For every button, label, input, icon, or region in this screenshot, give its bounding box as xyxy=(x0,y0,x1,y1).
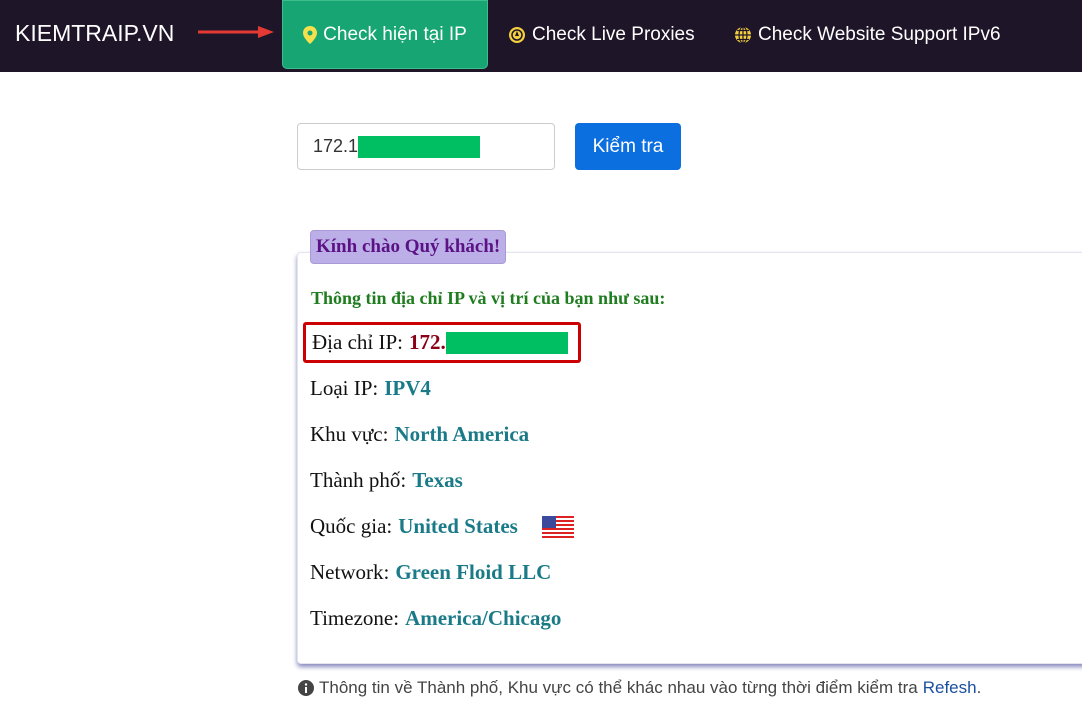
map-pin-icon xyxy=(303,25,318,44)
globe-icon xyxy=(735,25,751,44)
redaction-mask xyxy=(358,135,481,158)
card-subtitle: Thông tin địa chỉ IP và vị trí của bạn n… xyxy=(311,288,666,308)
info-icon xyxy=(298,680,314,696)
tab-check-ipv6[interactable]: Check Website Support IPv6 xyxy=(734,0,1001,69)
us-flag-icon xyxy=(541,515,574,538)
ip-address-row: Địa chỉ IP: 172. xyxy=(303,322,581,363)
city-row: Thành phố: Texas xyxy=(310,468,463,492)
redaction-mask xyxy=(445,331,568,354)
compass-icon xyxy=(509,26,525,43)
tab-check-proxies[interactable]: Check Live Proxies xyxy=(508,0,695,69)
top-nav: KIEMTRAIP.VN Check hiện tại IP Check Liv… xyxy=(0,0,1082,72)
country-row: Quốc gia: United States xyxy=(310,514,574,539)
arrow-icon xyxy=(198,26,274,38)
footer-note: Thông tin về Thành phố, Khu vực có thể k… xyxy=(298,678,981,698)
refresh-link[interactable]: Refesh xyxy=(923,678,977,697)
network-row: Network: Green Floid LLC xyxy=(310,560,552,584)
brand-logo[interactable]: KIEMTRAIP.VN xyxy=(15,20,174,47)
check-button[interactable]: Kiểm tra xyxy=(575,123,681,170)
ip-input[interactable]: 172.1 xyxy=(297,123,555,170)
ip-info-card xyxy=(297,252,1082,664)
ip-type-row: Loại IP: IPV4 xyxy=(310,376,431,400)
greeting-badge: Kính chào Quý khách! xyxy=(310,230,507,264)
tab-check-ip[interactable]: Check hiện tại IP xyxy=(282,0,488,69)
timezone-row: Timezone: America/Chicago xyxy=(310,606,562,630)
region-row: Khu vực: North America xyxy=(310,422,530,446)
